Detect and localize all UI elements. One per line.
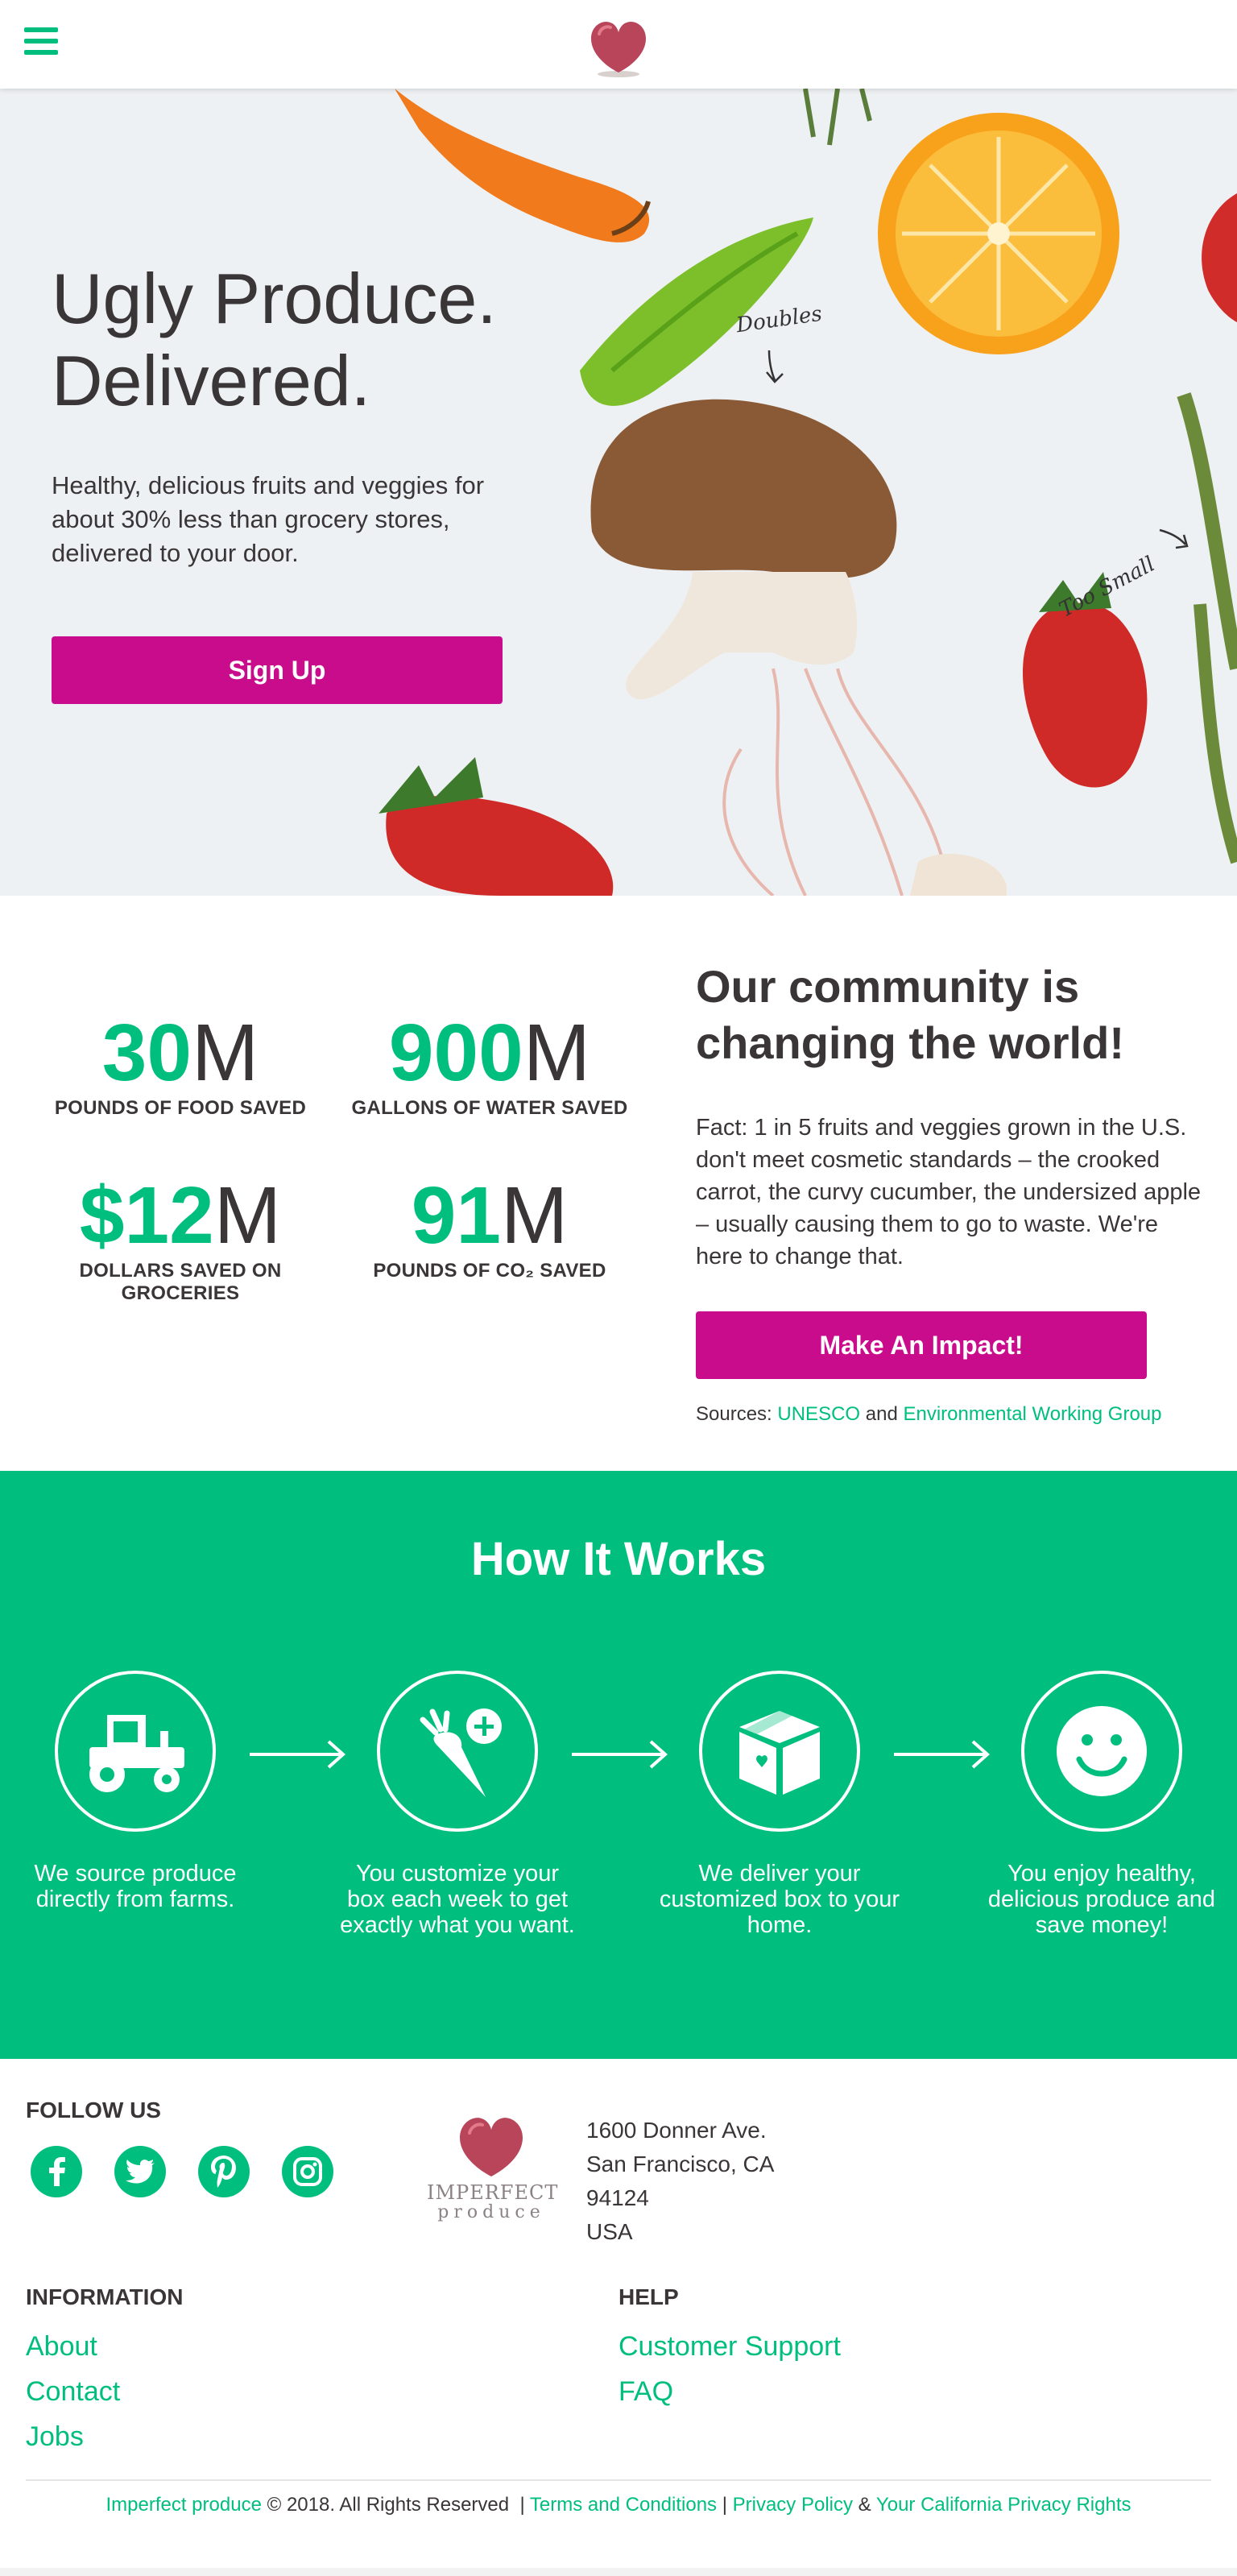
footer-divider <box>26 2479 1211 2481</box>
community-fact: Fact: 1 in 5 fruits and veggies grown in… <box>696 1115 1202 1269</box>
arrow-right-icon <box>894 1740 991 1769</box>
stat-co2: 91M POUNDS OF CO₂ SAVED <box>345 1171 635 1282</box>
ca-privacy-link[interactable]: Your California Privacy Rights <box>876 2494 1132 2516</box>
instagram-icon[interactable] <box>282 2146 333 2197</box>
company-address: 1600 Donner Ave. San Francisco, CA 94124… <box>586 2118 775 2244</box>
stat-value: $12M <box>79 1170 282 1261</box>
step-deliver: We deliver your customized box to your h… <box>659 1671 900 1938</box>
privacy-link[interactable]: Privacy Policy <box>733 2494 853 2516</box>
step-customize: You customize your box each week to get … <box>337 1671 578 1938</box>
arrow-right-icon <box>250 1740 346 1769</box>
site-header <box>0 0 1237 89</box>
make-impact-button[interactable]: Make An Impact! <box>696 1311 1147 1379</box>
stat-label: DOLLARS SAVED ON GROCERIES <box>79 1260 282 1304</box>
logo-word-imperfect: IMPERFECT <box>427 2181 559 2204</box>
copyright-line: Imperfect produce © 2018. All Rights Res… <box>105 2494 1132 2516</box>
stat-label: POUNDS OF CO₂ SAVED <box>373 1260 606 1282</box>
step-text: You customize your box each week to get … <box>340 1861 575 1938</box>
help-heading: HELP <box>618 2284 679 2309</box>
hero-description: Healthy, delicious fruits and veggies fo… <box>52 471 485 567</box>
stat-label: POUNDS OF FOOD SAVED <box>54 1097 307 1119</box>
hero-title-line2: Delivered. <box>52 341 371 420</box>
stat-label: GALLONS OF WATER SAVED <box>351 1097 628 1119</box>
pinterest-icon[interactable] <box>198 2146 250 2197</box>
stat-value: 91M <box>411 1170 569 1261</box>
twitter-icon[interactable] <box>114 2146 166 2197</box>
hero-title-line1: Ugly Produce. <box>52 259 497 338</box>
hero-title: Ugly Produce. Delivered. <box>52 258 615 422</box>
stat-food: 30M POUNDS OF FOOD SAVED <box>35 1008 325 1120</box>
step-text: You enjoy healthy, delicious produce and… <box>987 1861 1216 1938</box>
footer-logo[interactable]: IMPERFECT produce <box>427 2106 559 2222</box>
menu-icon[interactable] <box>24 27 58 60</box>
step-text: We source produce directly from farms. <box>34 1861 237 1912</box>
stats-section: 30M POUNDS OF FOOD SAVED 900M GALLONS OF… <box>0 896 1237 1471</box>
stat-water: 900M GALLONS OF WATER SAVED <box>345 1008 635 1120</box>
step-source: We source produce directly from farms. <box>14 1671 256 1912</box>
ewg-link[interactable]: Environmental Working Group <box>903 1403 1161 1425</box>
terms-link[interactable]: Terms and Conditions <box>530 2494 717 2516</box>
brand-link[interactable]: Imperfect produce <box>105 2494 261 2516</box>
facebook-icon[interactable] <box>31 2146 82 2197</box>
stat-value: 900M <box>388 1008 591 1098</box>
step-enjoy: You enjoy healthy, delicious produce and… <box>981 1671 1223 1938</box>
tractor-icon <box>55 1671 216 1832</box>
contact-link[interactable]: Contact <box>26 2376 120 2408</box>
carrot-plus-icon <box>377 1671 538 1832</box>
jobs-link[interactable]: Jobs <box>26 2421 84 2453</box>
step-text: We deliver your customized box to your h… <box>659 1861 900 1938</box>
information-heading: INFORMATION <box>26 2284 184 2309</box>
heart-potato-logo <box>460 2118 523 2176</box>
box-heart-icon <box>699 1671 860 1832</box>
follow-us-heading: FOLLOW US <box>26 2098 161 2123</box>
unesco-link[interactable]: UNESCO <box>777 1403 860 1425</box>
site-footer: FOLLOW US IMPERFECT produce 1600 Donner … <box>0 2059 1237 2576</box>
faq-link[interactable]: FAQ <box>618 2376 673 2408</box>
sources-line: Sources: UNESCO and Environmental Workin… <box>696 1403 1162 1425</box>
smiley-icon <box>1021 1671 1182 1832</box>
sign-up-button[interactable]: Sign Up <box>52 636 503 704</box>
logo-word-produce: produce <box>437 2202 545 2222</box>
how-it-works-title: How It Works <box>470 1533 767 1585</box>
customer-support-link[interactable]: Customer Support <box>618 2331 841 2363</box>
stat-dollars: $12M DOLLARS SAVED ON GROCERIES <box>35 1171 325 1305</box>
about-link[interactable]: About <box>26 2331 97 2363</box>
hero-section: Doubles Too Small Ugly Produce. Delivere… <box>0 89 1237 896</box>
arrow-right-icon <box>572 1740 668 1769</box>
how-it-works-section: How It Works We source produce directly … <box>0 1471 1237 2059</box>
heart-potato-logo[interactable] <box>578 11 659 79</box>
community-title: Our community is changing the world! <box>696 961 1124 1068</box>
page-bottom-bar <box>0 2568 1237 2576</box>
stat-value: 30M <box>101 1008 259 1098</box>
